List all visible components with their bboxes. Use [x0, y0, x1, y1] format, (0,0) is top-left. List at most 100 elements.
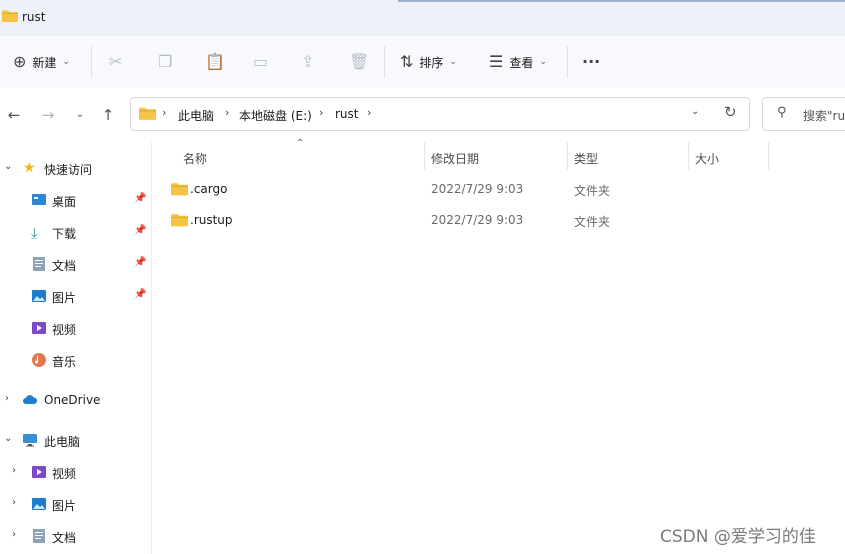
sidebar-item-downloads[interactable]: ⤓ 下载 📌	[0, 218, 151, 246]
chevron-right-icon: ›	[5, 393, 9, 404]
desktop-icon	[32, 194, 46, 205]
sidebar-item-videos[interactable]: 视频	[0, 314, 151, 342]
column-divider[interactable]	[768, 142, 769, 170]
delete-button[interactable]: 🗑	[349, 48, 369, 76]
clipboard-icon: 📋	[205, 52, 225, 71]
chevron-right-icon: ›	[12, 465, 16, 476]
trash-icon: 🗑	[349, 52, 370, 71]
sidebar-item-label: 音乐	[52, 355, 77, 369]
column-header-modified[interactable]: 修改日期	[431, 150, 479, 167]
chevron-down-icon: ⌄	[539, 57, 547, 67]
arrow-up-icon: ↑	[101, 106, 115, 124]
view-button-label: 查看	[509, 55, 534, 70]
folder-icon	[171, 183, 188, 196]
address-history-chevron-icon[interactable]: ⌄	[691, 106, 699, 117]
video-icon	[32, 322, 46, 334]
command-bar: ⊕ 新建 ⌄ ✂ ❐ 📋 ▭ ⇪ 🗑 ⇅ 排序 ⌄ ☰ 查看 ⌄ ···	[0, 36, 845, 89]
pin-icon[interactable]: 📌	[134, 193, 146, 204]
chevron-down-icon: ⌄	[62, 57, 70, 67]
chevron-down-icon: ⌄	[449, 57, 457, 67]
breadcrumb-this-pc[interactable]: 此电脑	[178, 107, 214, 124]
pin-icon[interactable]: 📌	[134, 289, 146, 300]
file-name: .cargo	[190, 182, 228, 196]
sort-arrows-icon: ⇅	[400, 52, 414, 71]
sidebar-item-pc-documents[interactable]: › 文档	[0, 522, 151, 550]
file-modified: 2022/7/29 9:03	[431, 182, 524, 196]
breadcrumb-drive[interactable]: 本地磁盘 (E:)	[239, 107, 312, 124]
column-divider[interactable]	[567, 142, 568, 170]
sidebar-item-quick-access[interactable]: ⌄ ★ 快速访问	[0, 154, 151, 182]
scissors-icon: ✂	[109, 52, 123, 71]
chevron-right-icon: ›	[12, 529, 16, 540]
chevron-right-icon: ›	[12, 497, 16, 508]
sort-button-label: 排序	[419, 55, 444, 70]
column-header-type[interactable]: 类型	[574, 150, 598, 167]
rename-button[interactable]: ▭	[253, 48, 268, 76]
up-button[interactable]: ↑	[98, 105, 118, 125]
refresh-icon[interactable]: ↻	[724, 103, 737, 121]
column-divider[interactable]	[424, 142, 425, 170]
copy-button[interactable]: ❐	[158, 48, 172, 76]
paste-button[interactable]: 📋	[205, 48, 225, 76]
video-icon	[32, 466, 46, 478]
pin-icon[interactable]: 📌	[134, 257, 146, 268]
sidebar-item-pc-videos[interactable]: › 视频	[0, 458, 151, 486]
folder-icon	[2, 10, 18, 22]
sidebar-item-label: OneDrive	[44, 393, 101, 407]
search-placeholder: 搜索"ru	[803, 109, 845, 123]
sidebar-item-label: 视频	[52, 467, 77, 481]
chevron-right-icon: ›	[319, 106, 324, 119]
copy-icon: ❐	[158, 52, 173, 71]
sidebar-item-pc-pictures[interactable]: › 图片	[0, 490, 151, 518]
title-accent-line	[398, 0, 845, 2]
table-row[interactable]: .cargo 2022/7/29 9:03 文件夹	[152, 176, 845, 204]
sidebar-item-desktop[interactable]: 桌面 📌	[0, 186, 151, 214]
address-bar[interactable]: › 此电脑 › 本地磁盘 (E:) › rust › ⌄ ↻	[130, 97, 750, 131]
document-icon	[33, 529, 45, 543]
chevron-down-icon: ⌄	[4, 433, 13, 444]
window-title: rust	[22, 10, 46, 24]
download-icon: ⤓	[31, 224, 38, 242]
forward-button[interactable]: →	[38, 105, 58, 125]
cloud-icon	[23, 395, 38, 404]
title-bar: rust	[0, 0, 845, 36]
sidebar-item-onedrive[interactable]: › OneDrive	[0, 386, 151, 414]
sidebar-item-label: 视频	[52, 323, 77, 337]
plus-circle-icon: ⊕	[13, 52, 27, 71]
table-row[interactable]: .rustup 2022/7/29 9:03 文件夹	[152, 207, 845, 235]
star-icon: ★	[23, 160, 36, 176]
sidebar-item-label: 文档	[52, 531, 77, 545]
file-modified: 2022/7/29 9:03	[431, 213, 524, 227]
column-header-row: ⌃ 名称 修改日期 类型 大小	[152, 138, 845, 170]
recent-locations-button[interactable]: ⌄	[70, 105, 90, 125]
pin-icon[interactable]: 📌	[134, 225, 146, 236]
navigation-pane: ⌄ ★ 快速访问 桌面 📌 ⤓ 下载 📌 文档 📌 图片 📌 视频 音乐 › O…	[0, 142, 152, 554]
sidebar-item-documents[interactable]: 文档 📌	[0, 250, 151, 278]
view-button[interactable]: ☰ 查看 ⌄	[489, 48, 547, 76]
document-icon	[33, 257, 45, 271]
breadcrumb-rust[interactable]: rust	[335, 107, 359, 121]
sidebar-item-pictures[interactable]: 图片 📌	[0, 282, 151, 310]
share-button[interactable]: ⇪	[301, 48, 314, 76]
sidebar-item-label: 此电脑	[44, 435, 81, 449]
column-divider[interactable]	[688, 142, 689, 170]
arrow-left-icon: ←	[7, 106, 21, 124]
share-icon: ⇪	[301, 52, 315, 71]
toolbar-divider	[567, 46, 568, 78]
back-button[interactable]: ←	[4, 105, 24, 125]
column-header-name[interactable]: 名称	[183, 150, 207, 167]
rename-icon: ▭	[253, 52, 269, 71]
chevron-right-icon: ›	[162, 106, 167, 119]
cut-button[interactable]: ✂	[109, 48, 122, 76]
new-button[interactable]: ⊕ 新建 ⌄	[13, 48, 70, 76]
file-name: .rustup	[190, 213, 233, 227]
sidebar-item-label: 图片	[52, 291, 77, 305]
search-box[interactable]: ⚲ 搜索"ru	[762, 97, 845, 131]
column-header-size[interactable]: 大小	[695, 150, 719, 167]
sidebar-item-this-pc[interactable]: ⌄ 此电脑	[0, 426, 151, 454]
sidebar-item-label: 桌面	[52, 195, 77, 209]
folder-icon	[139, 107, 156, 120]
more-options-button[interactable]: ···	[582, 48, 600, 76]
sort-button[interactable]: ⇅ 排序 ⌄	[400, 48, 457, 76]
sidebar-item-music[interactable]: 音乐	[0, 346, 151, 374]
